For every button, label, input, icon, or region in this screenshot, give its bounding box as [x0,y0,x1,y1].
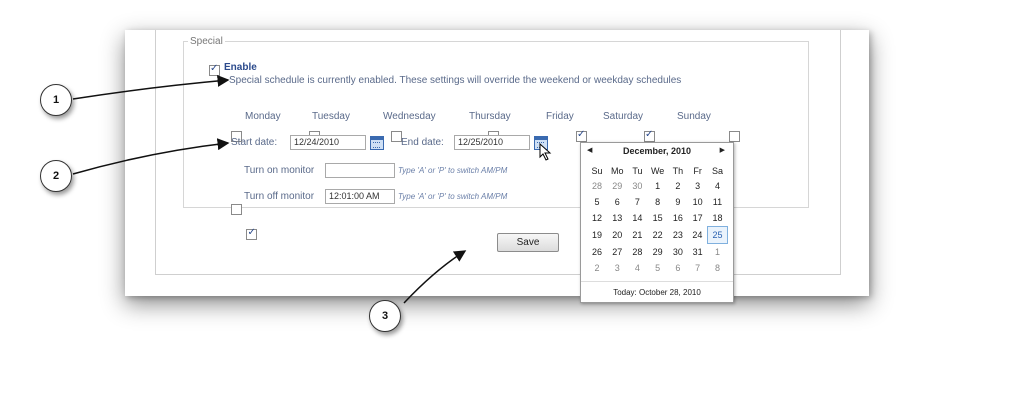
callout-arrow-1 [72,74,230,100]
callout-3: 3 [369,300,401,332]
callout-2: 2 [40,160,72,192]
callout-arrow-2 [72,138,230,175]
callout-arrow-3 [403,250,467,304]
callout-arrows [72,74,467,304]
callout-1: 1 [40,84,72,116]
